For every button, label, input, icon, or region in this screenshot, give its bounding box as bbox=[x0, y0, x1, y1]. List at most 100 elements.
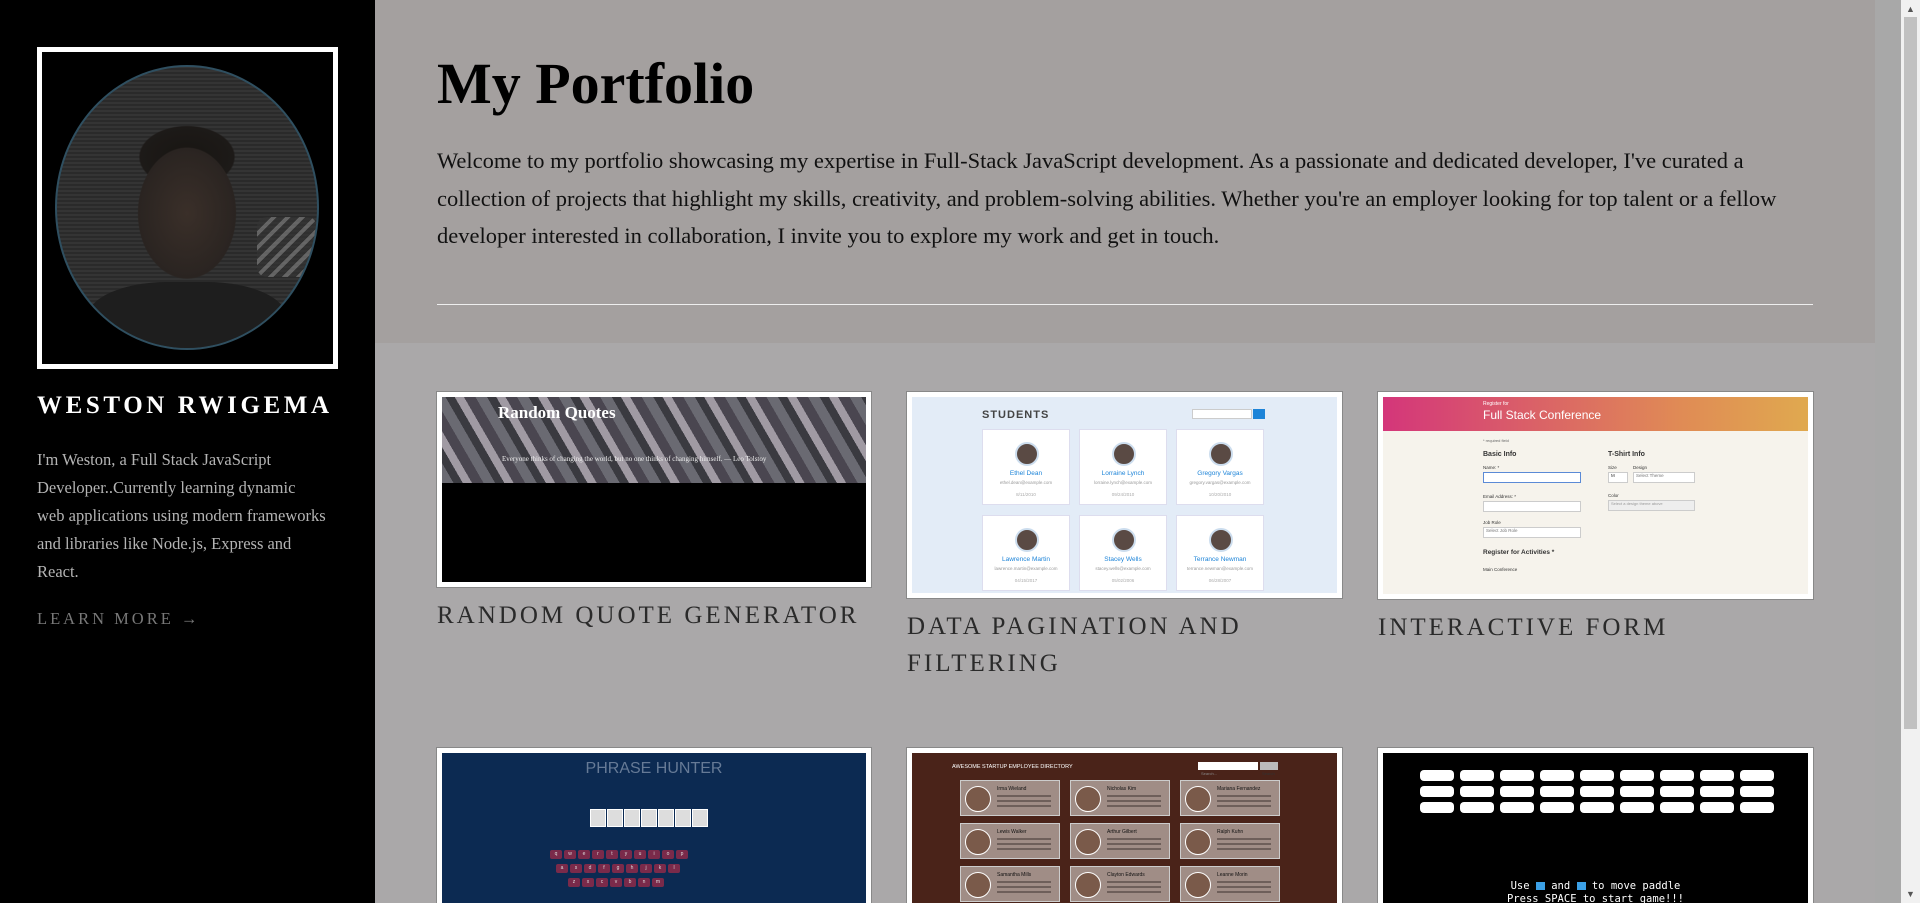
employee-detail-line bbox=[997, 800, 1051, 802]
employee-avatar bbox=[1185, 786, 1211, 812]
right-arrow-key-icon bbox=[1576, 882, 1586, 890]
vertical-scrollbar[interactable]: ▲ ▼ bbox=[1901, 0, 1920, 903]
thumb-email-input bbox=[1483, 501, 1581, 512]
thumb-heading: Random Quotes bbox=[498, 403, 616, 422]
employee-detail-line bbox=[1107, 848, 1161, 850]
profile-photo-background-pattern bbox=[257, 217, 317, 277]
keyboard-key: q bbox=[550, 850, 562, 859]
thumb-color-label: Color bbox=[1608, 493, 1619, 498]
employee-avatar bbox=[1185, 872, 1211, 898]
left-arrow-key-icon bbox=[1535, 882, 1545, 890]
phrase-letter-tile bbox=[624, 809, 640, 827]
keyboard-key: f bbox=[598, 864, 610, 873]
keyboard-key: r bbox=[592, 850, 604, 859]
employee-card: Lewis Walker bbox=[960, 823, 1060, 859]
student-date: 09/24/2010 bbox=[1111, 492, 1135, 497]
employee-card: Arthur Gilbert bbox=[1070, 823, 1170, 859]
student-date: 04/15/2017 bbox=[1014, 578, 1038, 583]
thumb-search-placeholder: Search... bbox=[1201, 771, 1218, 776]
employee-detail-line bbox=[1217, 800, 1271, 802]
project-thumbnail[interactable]: Register for Full Stack Conference * req… bbox=[1377, 391, 1814, 600]
thumb-design-select: Select Theme bbox=[1633, 472, 1695, 483]
employee-card: Mariana Fernandez bbox=[1180, 780, 1280, 816]
employee-name: Mariana Fernandez bbox=[1217, 786, 1261, 792]
employee-avatar bbox=[965, 829, 991, 855]
student-name: Lawrence Martin bbox=[1001, 556, 1051, 563]
brick bbox=[1540, 802, 1574, 813]
keyboard-key: h bbox=[626, 864, 638, 873]
profile-photo-shirt bbox=[87, 282, 287, 348]
keyboard-key: y bbox=[620, 850, 632, 859]
student-avatar bbox=[1112, 528, 1136, 552]
brick bbox=[1700, 786, 1734, 797]
student-date: 10/20/2010 bbox=[1208, 492, 1232, 497]
brick bbox=[1460, 786, 1494, 797]
thumb-job-select: Select Job Role bbox=[1483, 527, 1581, 538]
thumb-search-input bbox=[1192, 409, 1252, 419]
employee-avatar bbox=[1075, 829, 1101, 855]
learn-more-link[interactable]: LEARN MORE → bbox=[37, 609, 200, 629]
thumb-activities: Register for Activities * bbox=[1483, 549, 1555, 556]
employee-name: Arthur Gilbert bbox=[1107, 829, 1137, 835]
keyboard-key: n bbox=[638, 878, 650, 887]
thumb-heading: STUDENTS bbox=[982, 409, 1050, 421]
student-date: 06/28/2007 bbox=[1208, 578, 1232, 583]
project-title[interactable]: RANDOM QUOTE GENERATOR bbox=[437, 597, 877, 634]
brick bbox=[1580, 770, 1614, 781]
keyboard-key: a bbox=[556, 864, 568, 873]
keyboard-key: i bbox=[648, 850, 660, 859]
student-email: terrance.newman@example.com bbox=[1186, 566, 1254, 571]
employee-detail-line bbox=[1107, 800, 1161, 802]
project-thumbnail[interactable]: Random Quotes Everyone thinks of changin… bbox=[436, 391, 872, 588]
student-date: 05/02/2006 bbox=[1111, 578, 1135, 583]
employee-name: Samantha Mills bbox=[997, 872, 1032, 878]
employee-detail-line bbox=[1217, 838, 1271, 840]
brick bbox=[1500, 770, 1534, 781]
portfolio-header: My Portfolio Welcome to my portfolio sho… bbox=[375, 0, 1875, 343]
employee-name: Clayton Edwards bbox=[1107, 872, 1145, 878]
keyboard-key: t bbox=[606, 850, 618, 859]
project-thumbnail[interactable]: Use and to move paddle Press SPACE to st… bbox=[1377, 747, 1814, 903]
employee-name: Leanne Morin bbox=[1217, 872, 1248, 878]
employee-name: Irma Wieland bbox=[997, 786, 1027, 792]
employee-card: Leanne Morin bbox=[1180, 866, 1280, 902]
employee-card: Nicholas Kim bbox=[1070, 780, 1170, 816]
project-thumbnail[interactable]: AWESOME STARTUP EMPLOYEE DIRECTORY Searc… bbox=[906, 747, 1343, 903]
brick bbox=[1540, 770, 1574, 781]
thumb-quote: Everyone thinks of changing the world, b… bbox=[502, 455, 767, 463]
employee-detail-line bbox=[1217, 843, 1271, 845]
student-avatar bbox=[1209, 442, 1233, 466]
student-name: Lorraine Lynch bbox=[1101, 470, 1145, 477]
keyboard-key: w bbox=[564, 850, 576, 859]
thumb-color-select: Select a design theme above bbox=[1608, 500, 1695, 511]
chevron-down-icon[interactable]: ▼ bbox=[1906, 889, 1915, 899]
employee-detail-line bbox=[997, 881, 1051, 883]
thumb-tshirt-info: T-Shirt Info bbox=[1608, 451, 1645, 458]
brick bbox=[1660, 786, 1694, 797]
employee-avatar bbox=[1075, 786, 1101, 812]
chevron-up-icon[interactable]: ▲ bbox=[1906, 4, 1915, 14]
phrase-letter-tile bbox=[692, 809, 708, 827]
project-title[interactable]: DATA PAGINATION AND FILTERING bbox=[907, 608, 1287, 682]
brick bbox=[1700, 802, 1734, 813]
employee-card: Samantha Mills bbox=[960, 866, 1060, 902]
project-thumbnail[interactable]: STUDENTS Ethel Dean ethel.dean@example.co… bbox=[906, 391, 1343, 599]
brick bbox=[1420, 770, 1454, 781]
scrollbar-thumb[interactable] bbox=[1904, 17, 1917, 729]
brick bbox=[1660, 802, 1694, 813]
keyboard-key: b bbox=[624, 878, 636, 887]
employee-name: Nicholas Kim bbox=[1107, 786, 1137, 792]
employee-detail-line bbox=[1107, 838, 1161, 840]
thumb-search-button: Search bbox=[1260, 762, 1278, 776]
employee-detail-line bbox=[1107, 886, 1161, 888]
student-card: Ethel Dean ethel.dean@example.com 8/11/201… bbox=[982, 429, 1070, 505]
student-card: Lorraine Lynch lorraine.lynch@example.com… bbox=[1079, 429, 1167, 505]
employee-detail-line bbox=[1217, 805, 1271, 807]
brick bbox=[1460, 802, 1494, 813]
project-title[interactable]: INTERACTIVE FORM bbox=[1378, 609, 1808, 646]
student-email: lorraine.lynch@example.com bbox=[1093, 480, 1153, 485]
student-avatar bbox=[1209, 528, 1233, 552]
employee-detail-line bbox=[997, 843, 1051, 845]
project-thumbnail[interactable]: PHRASE HUNTER qwertyuiop asdfghjkl zxcvbnm bbox=[436, 747, 872, 903]
employee-detail-line bbox=[1217, 848, 1271, 850]
